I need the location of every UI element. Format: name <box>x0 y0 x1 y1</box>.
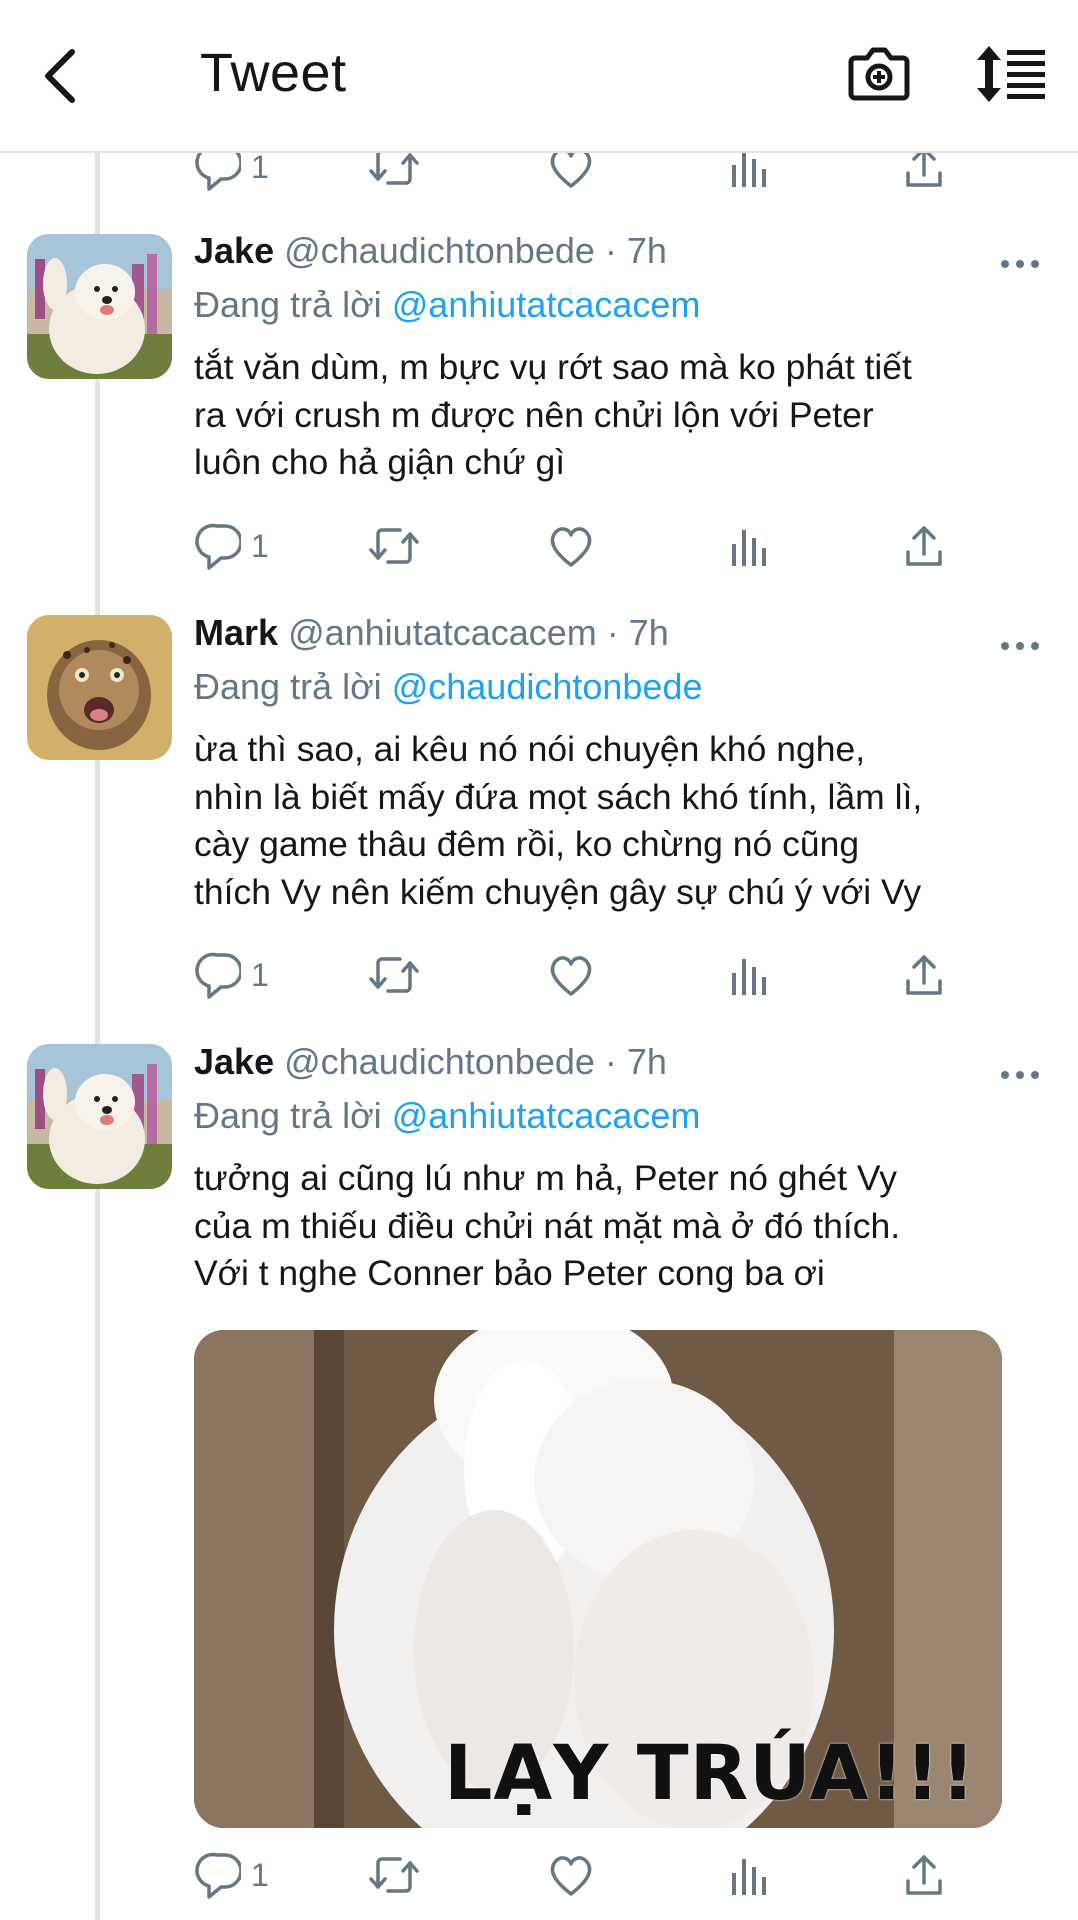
more-horizontal-icon <box>1001 260 1039 268</box>
retweet-icon <box>369 957 419 993</box>
avatar[interactable] <box>27 615 172 760</box>
top-bar: Tweet <box>0 0 1078 153</box>
share-icon <box>906 1855 942 1895</box>
camera-button[interactable] <box>845 42 913 106</box>
more-options-button[interactable] <box>1000 636 1040 656</box>
author-handle[interactable]: @anhiutatcacacem · 7h <box>288 612 669 653</box>
retweet-button[interactable] <box>368 516 420 576</box>
mention-link[interactable]: @chaudichtonbede <box>392 666 703 707</box>
replying-to-label: Đang trả lời <box>194 666 382 707</box>
heart-icon <box>550 1856 592 1896</box>
tweet-actions: 1 <box>190 516 960 576</box>
avatar-dog-image <box>27 1044 172 1189</box>
reply-button[interactable]: 1 <box>195 516 269 576</box>
heart-icon <box>550 527 592 567</box>
share-button[interactable] <box>902 1845 946 1905</box>
more-options-button[interactable] <box>1000 1065 1040 1085</box>
share-button[interactable] <box>902 516 946 576</box>
share-button[interactable] <box>902 945 946 1005</box>
tweet-actions: 1 <box>190 945 960 1005</box>
tweet-media-image[interactable]: LẠY TRÚA!!! <box>194 1330 1002 1828</box>
author-name[interactable]: Jake <box>194 1041 274 1082</box>
camera-add-icon <box>848 47 910 101</box>
back-button[interactable] <box>36 40 96 112</box>
more-horizontal-icon <box>1001 1071 1039 1079</box>
reply-count: 1 <box>251 148 269 185</box>
author-name[interactable]: Mark <box>194 612 278 653</box>
tweet-text: tắt văn dùm, m bực vụ rớt sao mà ko phát… <box>194 347 912 482</box>
avatar-dog-image <box>27 234 172 379</box>
avatar-cheetah-cub-image <box>27 615 172 760</box>
tweet-header: Jake @chaudichtonbede · 7h <box>194 1041 954 1091</box>
analytics-button[interactable] <box>728 945 770 1005</box>
replying-to-label: Đang trả lời <box>194 284 382 325</box>
share-icon <box>906 526 942 566</box>
avatar[interactable] <box>27 234 172 379</box>
analytics-button[interactable] <box>728 1845 770 1905</box>
replying-to: Đang trả lời @anhiutatcacacem <box>194 1095 700 1137</box>
share-icon <box>906 955 942 995</box>
sort-list-icon <box>977 46 1045 102</box>
analytics-button[interactable] <box>728 516 770 576</box>
tweet-text: ừa thì sao, ai kêu nó nói chuyện khó ngh… <box>194 729 923 912</box>
chevron-left-icon <box>45 49 75 103</box>
tweet-header: Mark @anhiutatcacacem · 7h <box>194 612 954 662</box>
retweet-icon <box>369 1857 419 1893</box>
retweet-button[interactable] <box>368 1845 420 1905</box>
replying-to: Đang trả lời @chaudichtonbede <box>194 666 702 708</box>
retweet-icon <box>369 528 419 564</box>
replying-to-label: Đang trả lời <box>194 1095 382 1136</box>
author-handle[interactable]: @chaudichtonbede · 7h <box>284 230 667 271</box>
reply-icon <box>195 523 241 570</box>
media-caption: LẠY TRÚA!!! <box>444 1728 977 1817</box>
tweet-text: tưởng ai cũng lú như m hả, Peter nó ghét… <box>194 1158 901 1293</box>
reply-button[interactable]: 1 <box>195 945 269 1005</box>
reply-icon <box>195 1852 241 1899</box>
avatar[interactable] <box>27 1044 172 1189</box>
heart-icon <box>550 956 592 996</box>
analytics-icon <box>732 1859 766 1895</box>
more-options-button[interactable] <box>1000 254 1040 274</box>
reply-icon <box>195 952 241 999</box>
page-title: Tweet <box>200 43 347 103</box>
like-button[interactable] <box>547 945 595 1005</box>
thread-connector-line <box>95 153 100 1920</box>
analytics-icon <box>732 530 766 566</box>
reply-count: 1 <box>251 1856 269 1893</box>
like-button[interactable] <box>547 516 595 576</box>
tweet-header: Jake @chaudichtonbede · 7h <box>194 230 954 280</box>
like-button[interactable] <box>547 1845 595 1905</box>
mention-link[interactable]: @anhiutatcacacem <box>392 284 701 325</box>
author-handle[interactable]: @chaudichtonbede · 7h <box>284 1041 667 1082</box>
retweet-button[interactable] <box>368 945 420 1005</box>
sort-button[interactable] <box>975 44 1047 104</box>
tweet-actions: 1 <box>190 1845 960 1905</box>
author-name[interactable]: Jake <box>194 230 274 271</box>
reply-button[interactable]: 1 <box>195 1845 269 1905</box>
mention-link[interactable]: @anhiutatcacacem <box>392 1095 701 1136</box>
analytics-icon <box>732 959 766 995</box>
replying-to: Đang trả lời @anhiutatcacacem <box>194 284 700 326</box>
reply-count: 1 <box>251 527 269 564</box>
reply-count: 1 <box>251 956 269 993</box>
more-horizontal-icon <box>1001 642 1039 650</box>
